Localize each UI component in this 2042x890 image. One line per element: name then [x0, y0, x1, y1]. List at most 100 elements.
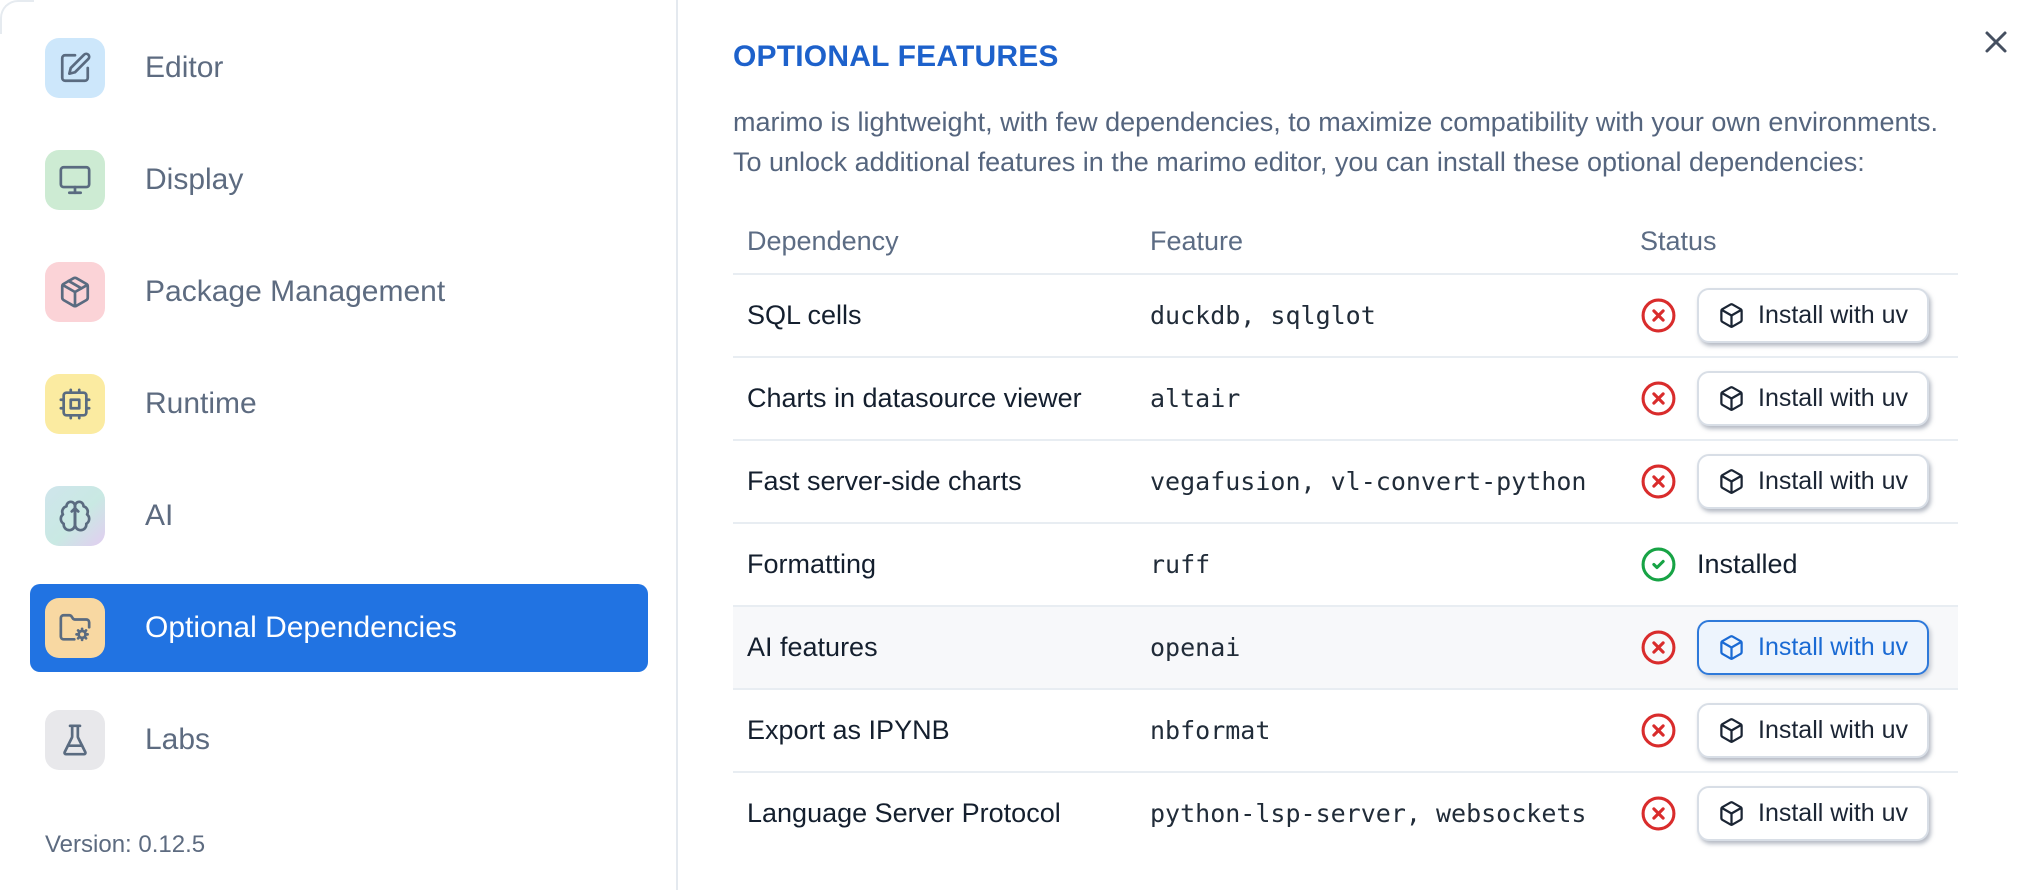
sidebar-item-label: AI	[145, 499, 174, 532]
table-row: Export as IPYNB nbformat Install with uv	[733, 688, 1958, 771]
box-icon	[1720, 386, 1743, 411]
box-icon	[1720, 718, 1743, 743]
settings-dialog: Editor Display Package Management Runtim…	[0, 0, 2042, 890]
status-missing-icon	[1640, 380, 1677, 417]
table-row: Charts in datasource viewer altair Insta…	[733, 356, 1958, 439]
description-line: To unlock additional features in the mar…	[733, 147, 1865, 177]
install-with-uv-button[interactable]: Install with uv	[1697, 454, 1930, 509]
box-icon	[1720, 303, 1743, 328]
status-cell: Install with uv	[1640, 371, 1958, 426]
dependency-cell: AI features	[747, 632, 878, 662]
feature-cell: duckdb, sqlglot	[1150, 301, 1376, 330]
sidebar-item-labs[interactable]: Labs	[30, 696, 648, 784]
cpu-icon	[59, 388, 91, 420]
table-row: AI features openai Install with uv	[733, 605, 1958, 688]
installed-status-label: Installed	[1697, 549, 1798, 579]
dependency-cell: Charts in datasource viewer	[747, 383, 1082, 413]
sidebar-item-label: Labs	[145, 723, 211, 756]
dependencies-table: Dependency Feature Status SQL cells duck…	[733, 226, 1958, 854]
sidebar-item-runtime[interactable]: Runtime	[30, 360, 648, 448]
install-with-uv-button[interactable]: Install with uv	[1697, 371, 1930, 426]
sidebar-item-label: Editor	[145, 51, 224, 84]
status-cell: Install with uv	[1640, 620, 1958, 675]
status-missing-icon	[1640, 629, 1677, 666]
sidebar-item-icon-tile	[45, 486, 105, 546]
feature-cell: openai	[1150, 633, 1241, 662]
flask-icon	[63, 724, 87, 756]
install-with-uv-button[interactable]: Install with uv	[1697, 786, 1930, 841]
sidebar-item-display[interactable]: Display	[30, 136, 648, 224]
sidebar-item-icon-tile	[45, 38, 105, 98]
box-icon	[1720, 801, 1743, 826]
install-button-label: Install with uv	[1758, 799, 1909, 827]
version-label: Version: 0.12.5	[45, 831, 206, 858]
square-pen-icon	[60, 52, 91, 83]
circle-x-icon	[1641, 464, 1676, 499]
column-header-dependency: Dependency	[747, 226, 899, 256]
sidebar-item-icon-tile	[45, 710, 105, 770]
dependency-cell: SQL cells	[747, 300, 862, 330]
sidebar-item-editor[interactable]: Editor	[30, 24, 648, 112]
dependency-cell: Fast server-side charts	[747, 466, 1022, 496]
page-title: OPTIONAL FEATURES	[733, 40, 1059, 73]
status-cell: Install with uv	[1640, 786, 1958, 841]
install-button-label: Install with uv	[1758, 716, 1909, 744]
sidebar-item-label: Runtime	[145, 387, 257, 420]
status-missing-icon	[1640, 712, 1677, 749]
sidebar-nav: Editor Display Package Management Runtim…	[30, 24, 676, 784]
status-cell: Install with uv	[1640, 454, 1958, 509]
box-icon	[1720, 635, 1743, 660]
install-with-uv-button[interactable]: Install with uv	[1697, 288, 1930, 343]
table-body: SQL cells duckdb, sqlglot Install with u…	[733, 273, 1958, 854]
feature-cell: altair	[1150, 384, 1241, 413]
package-icon	[60, 276, 90, 308]
circle-x-icon	[1641, 381, 1676, 416]
feature-cell: ruff	[1150, 550, 1211, 579]
sidebar-item-icon-tile	[45, 262, 105, 322]
circle-x-icon	[1641, 630, 1676, 665]
close-button[interactable]	[1978, 24, 2014, 60]
status-cell: Install with uv	[1640, 703, 1958, 758]
install-button-label: Install with uv	[1758, 384, 1909, 412]
monitor-icon	[59, 165, 91, 195]
circle-x-icon	[1641, 796, 1676, 831]
description-line: marimo is lightweight, with few dependen…	[733, 107, 1939, 137]
dependency-cell: Language Server Protocol	[747, 798, 1061, 828]
folder-cog-icon	[59, 613, 91, 642]
sidebar-item-package-management[interactable]: Package Management	[30, 248, 648, 336]
status-missing-icon	[1640, 297, 1677, 334]
install-button-label: Install with uv	[1758, 301, 1909, 329]
install-with-uv-button[interactable]: Install with uv	[1697, 620, 1930, 675]
sidebar-item-icon-tile	[45, 150, 105, 210]
sidebar-item-optional-dependencies[interactable]: Optional Dependencies	[30, 584, 648, 672]
status-installed-icon	[1640, 546, 1677, 583]
column-header-feature: Feature	[1150, 226, 1244, 256]
status-cell: Install with uv	[1640, 288, 1958, 343]
install-with-uv-button[interactable]: Install with uv	[1697, 703, 1930, 758]
table-header-row: Dependency Feature Status	[733, 226, 1958, 273]
circle-x-icon	[1641, 713, 1676, 748]
box-icon	[1720, 469, 1743, 494]
install-button-label: Install with uv	[1758, 467, 1909, 495]
column-header-status: Status	[1640, 226, 1717, 256]
circle-check-icon	[1641, 547, 1676, 582]
dependency-cell: Formatting	[747, 549, 877, 579]
sidebar-item-icon-tile	[45, 374, 105, 434]
sidebar-item-label: Display	[145, 163, 244, 196]
feature-cell: nbformat	[1150, 716, 1271, 745]
feature-cell: python-lsp-server, websockets	[1150, 799, 1587, 828]
panel-description: marimo is lightweight, with few dependen…	[733, 102, 1958, 182]
dependency-cell: Export as IPYNB	[747, 715, 950, 745]
optional-features-panel: OPTIONAL FEATURES marimo is lightweight,…	[678, 0, 2042, 890]
table-row: Fast server-side charts vegafusion, vl-c…	[733, 439, 1958, 522]
settings-sidebar: Editor Display Package Management Runtim…	[0, 0, 678, 890]
sidebar-item-label: Optional Dependencies	[145, 611, 457, 644]
feature-cell: vegafusion, vl-convert-python	[1150, 467, 1587, 496]
sidebar-item-label: Package Management	[145, 275, 446, 308]
sidebar-item-icon-tile	[45, 598, 105, 658]
status-cell: Installed	[1640, 546, 1958, 583]
status-missing-icon	[1640, 795, 1677, 832]
table-row: SQL cells duckdb, sqlglot Install with u…	[733, 273, 1958, 356]
sidebar-item-ai[interactable]: AI	[30, 472, 648, 560]
install-button-label: Install with uv	[1758, 633, 1909, 661]
